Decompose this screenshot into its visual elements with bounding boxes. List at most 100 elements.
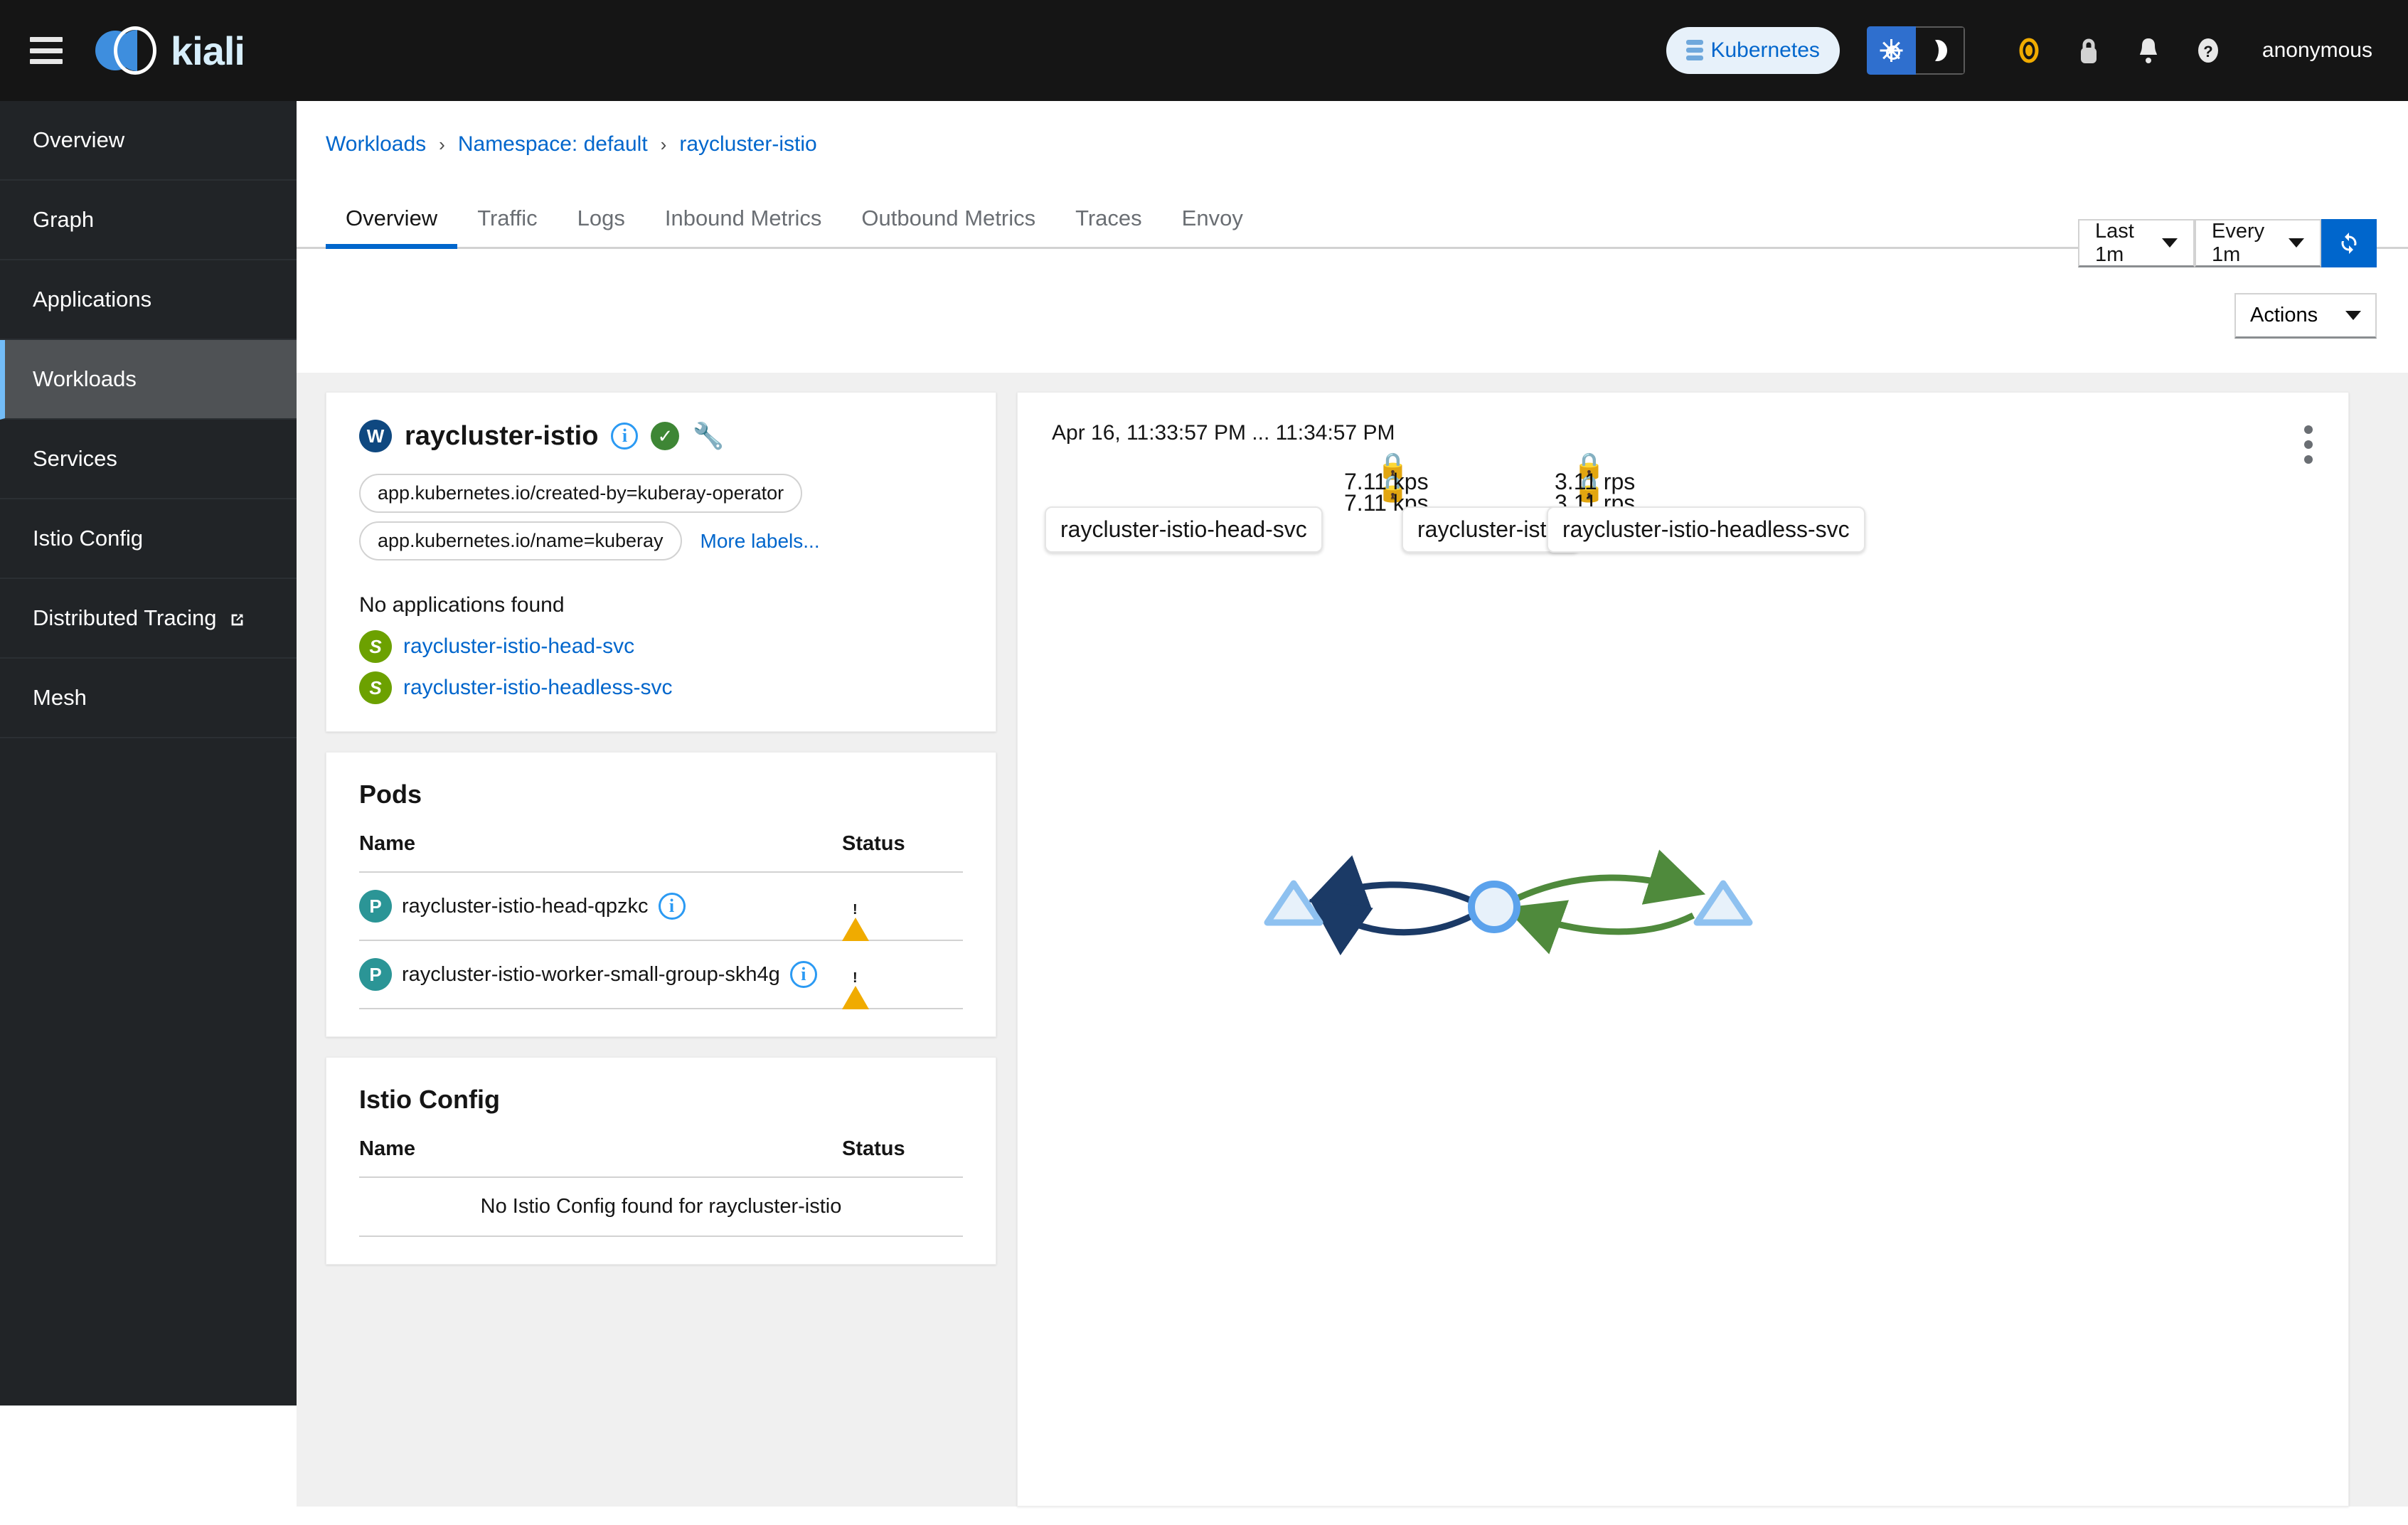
more-labels-link[interactable]: More labels...: [700, 530, 820, 553]
pods-table: Name Status P raycluster-istio-head-qpzk…: [359, 832, 963, 1009]
sidebar-item-label: Overview: [33, 127, 125, 152]
sidebar: Overview Graph Applications Workloads Se…: [0, 101, 297, 1406]
health-ok-icon[interactable]: ✓: [651, 422, 680, 450]
no-applications-text: No applications found: [359, 593, 565, 617]
sidebar-item-services[interactable]: Services: [0, 420, 297, 499]
sidebar-item-label: Mesh: [33, 685, 87, 710]
graph-node-label[interactable]: raycluster-istio-headless-svc: [1547, 506, 1865, 553]
info-icon[interactable]: i: [611, 423, 639, 450]
time-range-select[interactable]: Last 1m: [2078, 219, 2195, 267]
sidebar-item-label: Graph: [33, 207, 95, 232]
breadcrumb-item-workloads[interactable]: Workloads: [326, 132, 426, 156]
istio-config-card-title: Istio Config: [359, 1085, 500, 1114]
list-item[interactable]: S raycluster-istio-headless-svc: [359, 671, 963, 704]
breadcrumb-separator: ›: [660, 133, 667, 155]
service-badge-icon: S: [359, 630, 392, 663]
wrench-icon[interactable]: 🔧: [692, 423, 724, 449]
graph-node-label[interactable]: raycluster-istio-head-svc: [1045, 506, 1323, 553]
table-row: No Istio Config found for raycluster-ist…: [359, 1177, 963, 1237]
refresh-interval-value: Every 1m: [2212, 219, 2265, 266]
graph-edge: [1308, 855, 1474, 910]
time-range-value: Last 1m: [2095, 219, 2134, 266]
sidebar-item-graph[interactable]: Graph: [0, 181, 297, 260]
empty-state-message: No Istio Config found for raycluster-ist…: [359, 1177, 963, 1237]
cluster-name: Kubernetes: [1710, 38, 1820, 62]
refresh-interval-select[interactable]: Every 1m: [2195, 219, 2321, 267]
graph-edge: [1505, 900, 1695, 955]
cluster-selector[interactable]: Kubernetes: [1666, 27, 1840, 74]
actions-label: Actions: [2250, 304, 2318, 326]
istio-status-icon[interactable]: [1999, 21, 2059, 80]
graph-canvas[interactable]: 🔒 🔒 🔒 🔒 7.11 kps 7.11 kps 3.11 rps 3.11 …: [1018, 393, 2348, 1506]
column-header-status: Status: [842, 1137, 963, 1178]
brand-name: kiali: [171, 28, 245, 73]
label-chip[interactable]: app.kubernetes.io/created-by=kuberay-ope…: [359, 474, 803, 513]
refresh-button[interactable]: [2321, 219, 2377, 267]
tab-traffic[interactable]: Traffic: [457, 206, 557, 247]
sidebar-item-label: Workloads: [33, 366, 137, 391]
tab-outbound-metrics[interactable]: Outbound Metrics: [841, 206, 1055, 247]
sidebar-item-label: Services: [33, 446, 117, 471]
sidebar-item-distributed-tracing[interactable]: Distributed Tracing: [0, 579, 297, 659]
sidebar-item-label: Applications: [33, 287, 152, 312]
theme-light-button[interactable]: [1866, 26, 1916, 75]
content-area: W raycluster-istio i ✓ 🔧 app.kubernetes.…: [297, 373, 2408, 1507]
hamburger-icon[interactable]: [30, 37, 63, 64]
sidebar-item-overview[interactable]: Overview: [0, 101, 297, 181]
help-icon[interactable]: ?: [2178, 21, 2238, 80]
tab-overview[interactable]: Overview: [326, 206, 458, 249]
chevron-down-icon: [2162, 238, 2178, 248]
time-controls: Last 1m Every 1m: [2078, 219, 2377, 267]
masthead-actions: Kubernetes ? anonymous: [1666, 21, 2408, 80]
tab-envoy[interactable]: Envoy: [1162, 206, 1263, 247]
table-row[interactable]: P raycluster-istio-worker-small-group-sk…: [359, 940, 963, 1009]
theme-dark-button[interactable]: [1915, 26, 1965, 75]
info-icon[interactable]: i: [789, 961, 817, 988]
pod-badge-icon: P: [359, 890, 392, 923]
service-link[interactable]: raycluster-istio-head-svc: [403, 634, 634, 659]
main-content: Workloads › Namespace: default › rayclus…: [297, 101, 2408, 1507]
sidebar-item-mesh[interactable]: Mesh: [0, 659, 297, 738]
labels-container: app.kubernetes.io/created-by=kuberay-ope…: [359, 474, 963, 560]
lock-icon[interactable]: [2059, 21, 2119, 80]
istio-config-table: Name Status No Istio Config found for ra…: [359, 1137, 963, 1237]
column-header-status: Status: [842, 832, 963, 873]
info-icon[interactable]: i: [658, 893, 686, 920]
label-chip[interactable]: app.kubernetes.io/name=kuberay: [359, 521, 682, 560]
kubernetes-icon: [1686, 40, 1704, 61]
tab-inbound-metrics[interactable]: Inbound Metrics: [645, 206, 842, 247]
breadcrumb: Workloads › Namespace: default › rayclus…: [297, 101, 2408, 156]
sidebar-item-label: Istio Config: [33, 526, 144, 551]
tab-logs[interactable]: Logs: [558, 206, 645, 247]
bell-icon[interactable]: [2119, 21, 2178, 80]
pods-card: Pods Name Status P raycluster-istio-head…: [326, 752, 996, 1037]
sidebar-item-label: Distributed Tracing: [33, 605, 217, 630]
sun-icon: [1880, 39, 1903, 62]
workload-title-row: W raycluster-istio i ✓ 🔧: [359, 420, 963, 452]
actions-button[interactable]: Actions: [2234, 293, 2377, 339]
breadcrumb-item-namespace[interactable]: Namespace: default: [458, 132, 648, 156]
list-item[interactable]: S raycluster-istio-head-svc: [359, 630, 963, 663]
sidebar-item-workloads[interactable]: Workloads: [0, 340, 297, 420]
graph-node-head-svc: [1264, 880, 1323, 926]
graph-node-headless-svc: [1693, 880, 1753, 926]
sidebar-item-applications[interactable]: Applications: [0, 260, 297, 340]
tab-traces[interactable]: Traces: [1055, 206, 1162, 247]
pod-badge-icon: P: [359, 958, 392, 991]
graph-node-workload: [1468, 881, 1520, 933]
brand-logo[interactable]: kiali: [95, 25, 245, 76]
service-badge-icon: S: [359, 671, 392, 704]
istio-config-card: Istio Config Name Status No Istio Config…: [326, 1057, 996, 1265]
table-row[interactable]: P raycluster-istio-head-qpzkc i: [359, 872, 963, 941]
pods-card-title: Pods: [359, 780, 422, 809]
pod-name: raycluster-istio-worker-small-group-skh4…: [402, 962, 780, 986]
column-header-name: Name: [359, 1137, 842, 1178]
theme-toggle[interactable]: [1866, 26, 1965, 75]
refresh-icon: [2341, 233, 2357, 254]
sidebar-item-istio-config[interactable]: Istio Config: [0, 499, 297, 579]
breadcrumb-item-current[interactable]: raycluster-istio: [679, 132, 816, 156]
username-label[interactable]: anonymous: [2262, 38, 2372, 63]
graph-edge: [1309, 898, 1475, 956]
service-link[interactable]: raycluster-istio-headless-svc: [403, 676, 672, 700]
pod-name: raycluster-istio-head-qpzkc: [402, 894, 649, 918]
